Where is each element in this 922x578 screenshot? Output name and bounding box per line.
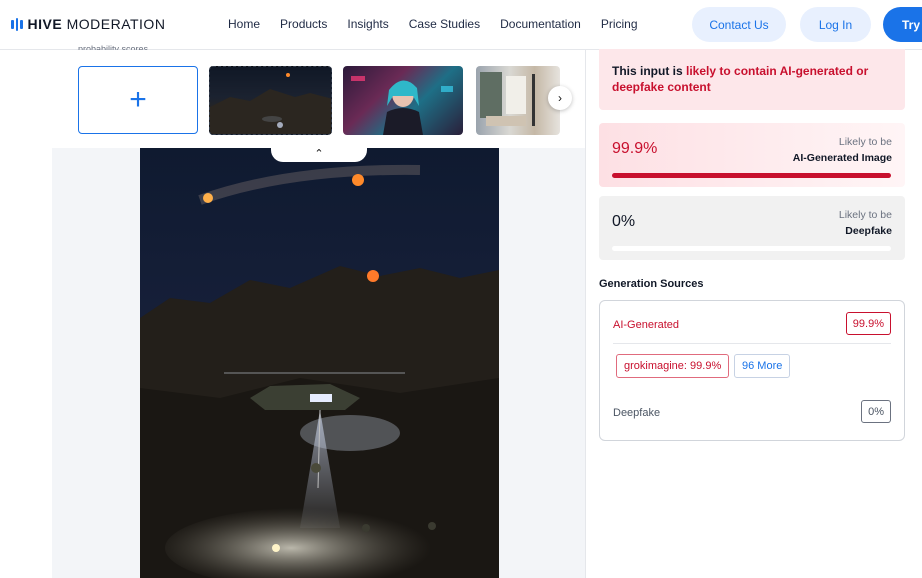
deepfake-score-bar (612, 246, 891, 251)
thumbnail-selected[interactable] (209, 66, 332, 135)
alert-prefix: This input is (612, 64, 686, 78)
deepfake-likely-text: Likely to be (838, 209, 892, 221)
ai-generated-badge: 99.9% (845, 312, 891, 335)
generation-sources-title: Generation Sources (599, 278, 704, 290)
uploaded-image-preview (140, 148, 499, 578)
ai-likely-text: Likely to be (838, 136, 892, 148)
hive-logo[interactable]: HIVE MODERATION (11, 16, 165, 32)
nav-home[interactable]: Home (228, 17, 260, 31)
upload-button[interactable]: + (78, 66, 198, 134)
chevron-up-icon[interactable]: ⌃ (271, 144, 367, 162)
ai-generated-score-card: 99.9% Likely to be AI-Generated Image (599, 123, 905, 187)
ai-score-bar-fill (612, 173, 891, 178)
sample-thumbnails: + › (78, 66, 572, 135)
deepfake-score-card: 0% Likely to be Deepfake (599, 196, 905, 260)
login-button[interactable]: Log In (800, 7, 871, 42)
ai-score-label: Likely to be AI-Generated Image (793, 134, 892, 166)
deepfake-score-label: Likely to be Deepfake (839, 207, 892, 239)
source-chip-grokimagine[interactable]: grokimagine: 99.9% (616, 354, 730, 378)
ai-score-percent: 99.9% (612, 140, 658, 157)
contact-us-button[interactable]: Contact Us (692, 7, 786, 42)
hive-logo-icon (11, 17, 23, 31)
deepfake-row-label: Deepfake (613, 407, 661, 419)
thumbnail-cyberpunk[interactable] (343, 66, 463, 135)
thumbnail-helicopter-image (210, 73, 331, 134)
brand-name: HIVE MODERATION (27, 16, 166, 32)
nav-documentation[interactable]: Documentation (500, 17, 581, 31)
instructions-text: probability scores. (78, 44, 151, 50)
ai-generated-row-label: AI-Generated (613, 319, 680, 331)
generation-sources-box: AI-Generated 99.9% grokimagine: 99.9% 96… (599, 300, 905, 441)
ai-category-text: AI-Generated Image (792, 152, 892, 164)
nav-products[interactable]: Products (280, 17, 327, 31)
more-sources-button[interactable]: 96 More (734, 354, 791, 378)
panel-divider (585, 49, 586, 578)
nav-pricing[interactable]: Pricing (601, 17, 638, 31)
ai-score-bar (612, 173, 891, 178)
thumbnail-cyberpunk-image (351, 76, 453, 135)
try-button[interactable]: Try (883, 7, 922, 42)
chevron-right-icon[interactable]: › (548, 86, 572, 110)
sources-separator (613, 343, 891, 344)
helicopter-night-scene-image (140, 148, 499, 578)
nav-insights[interactable]: Insights (347, 17, 388, 31)
nav-case-studies[interactable]: Case Studies (409, 17, 480, 31)
deepfake-category-text: Deepfake (845, 225, 892, 237)
main-nav: Home Products Insights Case Studies Docu… (228, 17, 658, 31)
deepfake-badge: 0% (861, 400, 891, 423)
deepfake-score-percent: 0% (612, 213, 636, 230)
result-alert: This input is likely to contain AI-gener… (599, 49, 905, 110)
